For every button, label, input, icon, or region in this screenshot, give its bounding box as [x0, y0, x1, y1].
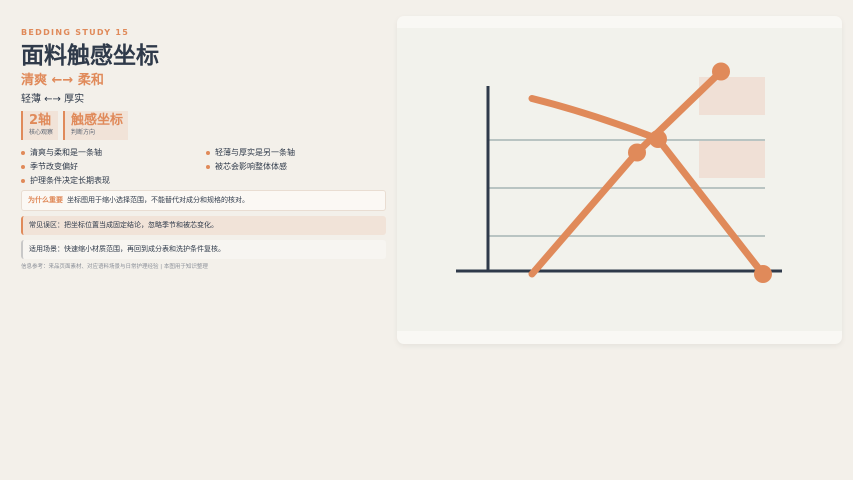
info-column: BEDDING STUDY 15 面料触感坐标 清爽 ←→ 柔和 轻薄 ←→ 厚…	[21, 28, 386, 270]
page-title: 面料触感坐标	[21, 43, 159, 69]
bullet-dot-icon	[21, 178, 25, 183]
eyebrow: BEDDING STUDY 15	[21, 28, 130, 37]
list-item: 被芯会影响整体体感	[206, 160, 386, 173]
misconception-callout: 常见误区：把坐标位置当成固定结论，忽略季节和被芯变化。	[21, 216, 386, 235]
usage-callout: 适用场景：快速缩小材质范围，再回到成分表和洗护条件复核。	[21, 240, 386, 259]
chart-panel	[397, 16, 842, 344]
bullet-dot-icon	[206, 150, 210, 155]
data-point	[754, 265, 772, 283]
bullet-dot-icon	[21, 150, 25, 155]
series-line	[528, 95, 767, 278]
bullet-list: 清爽与柔和是一条轴 轻薄与厚实是另一条轴 季节改变偏好 被芯会影响整体体感 护理…	[21, 146, 386, 187]
stat-card: 2轴 核心观察	[21, 111, 59, 140]
highlight-block	[699, 140, 765, 178]
list-item: 季节改变偏好	[21, 160, 206, 173]
list-item: 轻薄与厚实是另一条轴	[206, 146, 386, 159]
footnote: 信息参考：来品页面素材、对应语料场景与日常护理经验 | 本图用于知识整理	[21, 264, 208, 270]
why-callout: 为什么重要 坐标图用于缩小选择范围，不能替代对成分和规格的核对。	[21, 190, 386, 211]
why-text: 坐标图用于缩小选择范围，不能替代对成分和规格的核对。	[67, 196, 249, 204]
why-key: 为什么重要	[28, 196, 63, 204]
stat-card: 触感坐标 判断方向	[63, 111, 129, 140]
stat-label: 核心观察	[29, 129, 54, 136]
bullet-dot-icon	[21, 164, 25, 169]
chart-svg	[456, 62, 782, 283]
stat-value: 触感坐标	[71, 113, 124, 128]
list-item: 清爽与柔和是一条轴	[21, 146, 206, 159]
list-item: 护理条件决定长期表现	[21, 174, 206, 187]
data-point	[712, 62, 730, 81]
stat-label: 判断方向	[71, 129, 96, 136]
secondary-axis: 轻薄 ←→ 厚实	[21, 94, 85, 105]
chart-area	[397, 28, 842, 331]
subtitle: 清爽 ←→ 柔和	[21, 73, 104, 88]
series-line	[528, 68, 725, 278]
bullet-dot-icon	[206, 164, 210, 169]
stats-row: 2轴 核心观察 触感坐标 判断方向	[21, 111, 386, 140]
data-point	[628, 143, 646, 162]
stat-value: 2轴	[29, 113, 52, 128]
